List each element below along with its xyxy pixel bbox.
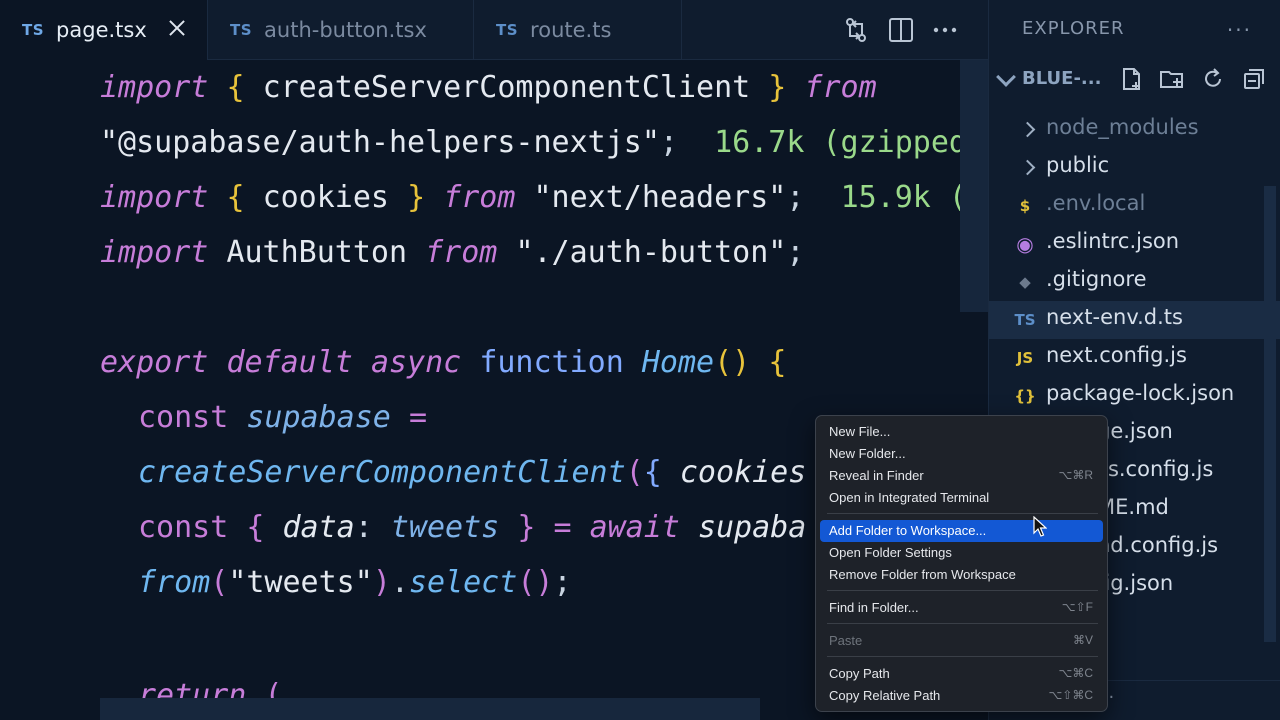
tree-item-label: package-lock.json — [1046, 381, 1235, 405]
typescript-file-icon: TS — [1014, 311, 1036, 329]
code-line-6: export default async function Home() { — [100, 345, 787, 380]
tree-item-label: fig.json — [1097, 571, 1174, 595]
menu-item-find-in-folder[interactable]: Find in Folder... ⌥⇧F — [820, 597, 1103, 619]
explorer-title: EXPLORER — [1022, 18, 1125, 39]
tree-item-label: .env.local — [1046, 191, 1146, 215]
import-size-hint: 16.7k (gzipped — [714, 125, 967, 160]
code-content[interactable]: import { createServerComponentClient } f… — [100, 60, 967, 713]
menu-item-open-folder-settings[interactable]: Open Folder Settings — [820, 542, 1103, 564]
context-menu: New File... New Folder... Reveal in Find… — [815, 415, 1108, 712]
horizontal-scrollbar[interactable] — [100, 698, 760, 720]
explorer-more-icon[interactable]: ··· — [1227, 18, 1252, 42]
typescript-file-icon: TS — [22, 21, 45, 39]
workspace-name: BLUE-... — [1022, 68, 1102, 89]
tree-file-next-env-d-ts[interactable]: TS next-env.d.ts — [989, 301, 1280, 339]
chevron-down-icon[interactable] — [996, 67, 1016, 87]
env-file-icon: $ — [1019, 197, 1031, 215]
menu-item-copy-relative-path[interactable]: Copy Relative Path ⌥⇧⌘C — [820, 685, 1103, 707]
menu-separator — [827, 623, 1098, 624]
typescript-file-icon: TS — [230, 21, 253, 39]
code-line-10: from("tweets").select(); — [138, 565, 572, 600]
tree-folder-node-modules[interactable]: node_modules — [989, 111, 1280, 149]
tree-file-next-config-js[interactable]: JS next.config.js — [989, 339, 1280, 377]
menu-item-add-folder-to-workspace[interactable]: Add Folder to Workspace... — [820, 520, 1103, 542]
json-file-icon: {} — [1014, 387, 1036, 405]
menu-item-remove-folder[interactable]: Remove Folder from Workspace — [820, 564, 1103, 586]
menu-separator — [827, 513, 1098, 514]
menu-item-copy-path[interactable]: Copy Path ⌥⌘C — [820, 663, 1103, 685]
new-folder-icon[interactable] — [1159, 66, 1185, 92]
tree-item-label: ss.config.js — [1097, 457, 1214, 481]
code-line-4: import AuthButton from "./auth-button"; — [100, 235, 805, 270]
tree-item-label: .eslintrc.json — [1046, 229, 1180, 253]
tree-file-env-local[interactable]: $ .env.local — [989, 187, 1280, 225]
tree-item-label: ge.json — [1097, 419, 1173, 443]
close-tab-icon[interactable] — [165, 16, 189, 40]
code-line-9: const { data: tweets } = await supaba — [138, 510, 807, 545]
code-line-3: import { cookies } from "next/headers"; … — [100, 180, 967, 215]
chevron-right-icon[interactable] — [1019, 159, 1036, 176]
workspace-folder-header[interactable]: BLUE-... — [989, 62, 1280, 100]
code-line-7: const supabase = — [138, 400, 427, 435]
editor-actions — [830, 0, 988, 60]
tree-item-label: public — [1046, 153, 1110, 177]
javascript-file-icon: JS — [1016, 349, 1034, 367]
tree-file-package-lock[interactable]: {} package-lock.json — [989, 377, 1280, 415]
chevron-right-icon[interactable] — [1019, 121, 1036, 138]
code-line-2: "@supabase/auth-helpers-nextjs"; 16.7k (… — [100, 125, 967, 160]
code-line-8: createServerComponentClient({ cookies — [138, 455, 807, 490]
menu-item-new-file[interactable]: New File... — [820, 421, 1103, 443]
minimap[interactable] — [960, 60, 988, 312]
tree-item-label: next.config.js — [1046, 343, 1187, 367]
new-file-icon[interactable] — [1119, 66, 1145, 92]
compare-changes-icon[interactable] — [842, 16, 870, 44]
menu-separator — [827, 656, 1098, 657]
split-editor-icon[interactable] — [887, 16, 915, 44]
editor-tab-bar: TS page.tsx TS auth-button.tsx TS route.… — [0, 0, 988, 60]
menu-item-new-folder[interactable]: New Folder... — [820, 443, 1103, 465]
tab-label: page.tsx — [56, 18, 147, 42]
mouse-cursor-icon — [1033, 516, 1047, 537]
tree-item-label: next-env.d.ts — [1046, 305, 1183, 329]
menu-item-open-terminal[interactable]: Open in Integrated Terminal — [820, 487, 1103, 509]
tab-label: route.ts — [530, 18, 612, 42]
tab-route-ts[interactable]: TS route.ts — [474, 0, 682, 60]
collapse-all-icon[interactable] — [1241, 66, 1267, 92]
tree-file-gitignore[interactable]: ◆ .gitignore — [989, 263, 1280, 301]
typescript-file-icon: TS — [496, 21, 519, 39]
tab-auth-button-tsx[interactable]: TS auth-button.tsx — [208, 0, 474, 60]
menu-item-reveal-in-finder[interactable]: Reveal in Finder ⌥⌘R — [820, 465, 1103, 487]
tree-item-label: .gitignore — [1046, 267, 1147, 291]
tree-folder-public[interactable]: public — [989, 149, 1280, 187]
tab-label: auth-button.tsx — [264, 18, 427, 42]
more-actions-icon[interactable] — [931, 16, 959, 44]
tree-item-label: nd.config.js — [1097, 533, 1219, 557]
tree-item-label: node_modules — [1046, 115, 1199, 139]
import-size-hint: 15.9k ( — [840, 180, 967, 215]
menu-separator — [827, 590, 1098, 591]
tab-page-tsx[interactable]: TS page.tsx — [0, 0, 208, 60]
eslint-file-icon: ◉ — [1016, 232, 1034, 256]
refresh-icon[interactable] — [1200, 66, 1226, 92]
explorer-scrollbar[interactable] — [1264, 186, 1276, 642]
tree-file-eslintrc[interactable]: ◉ .eslintrc.json — [989, 225, 1280, 263]
code-line-1: import { createServerComponentClient } f… — [100, 70, 877, 105]
menu-item-paste: Paste ⌘V — [829, 633, 1093, 648]
git-file-icon: ◆ — [1019, 273, 1031, 291]
